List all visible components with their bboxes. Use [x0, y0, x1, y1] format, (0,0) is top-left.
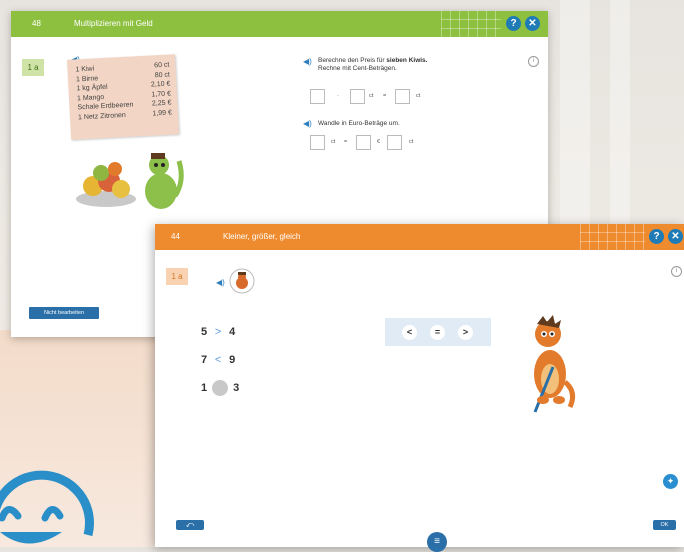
window-titlebar: 44 Kleiner, größer, gleich ? ✕	[155, 224, 684, 250]
mascot-avatar-icon[interactable]	[229, 268, 255, 294]
dragon-mascot-illustration	[533, 315, 576, 413]
compare-row: 7 <9	[201, 354, 235, 366]
ok-button[interactable]: OK	[653, 520, 676, 530]
choice-less-than[interactable]: <	[402, 325, 417, 340]
smiley-logo-icon	[0, 470, 94, 544]
answer-box[interactable]	[310, 89, 325, 104]
help-button[interactable]: ?	[649, 229, 664, 244]
compare-row: 5 >4	[201, 326, 235, 338]
price-item: 1 Netz Zitronen	[77, 111, 126, 121]
right-number: 9	[229, 354, 236, 366]
window-title: Kleiner, größer, gleich	[223, 232, 301, 241]
euro-label: €	[377, 139, 381, 145]
speaker-icon[interactable]: ◀)	[216, 278, 225, 287]
exercise-number: 48	[32, 19, 41, 28]
task-badge[interactable]: 1 a	[22, 59, 44, 76]
answer-box[interactable]	[387, 135, 402, 150]
compare-operator: <	[214, 354, 222, 366]
task2-instruction: Wandle in Euro-Beträge um.	[318, 120, 400, 127]
window-title: Multiplizieren mit Geld	[74, 19, 153, 28]
menu-icon[interactable]: ≡	[427, 532, 447, 552]
fruit-basket-mascot-illustration	[76, 153, 184, 209]
unit-label: ct	[369, 93, 374, 99]
task-badge[interactable]: 1 a	[166, 268, 188, 285]
undo-button[interactable]: ⤺	[176, 520, 204, 530]
answer-box[interactable]	[350, 89, 365, 104]
compare-operator: >	[214, 326, 222, 338]
left-number: 1	[201, 381, 208, 394]
answer-box[interactable]	[356, 135, 371, 150]
info-icon[interactable]: i	[671, 266, 682, 277]
help-button[interactable]: ?	[506, 16, 521, 31]
exercise-number: 44	[171, 232, 180, 241]
titlebar-grid-decoration	[441, 11, 501, 37]
task-instruction: Berechne den Preis für sieben Kiwis. Rec…	[318, 57, 458, 73]
task1-line2: Rechne mit Cent-Beträgen.	[318, 65, 397, 72]
answer-slot[interactable]	[212, 380, 229, 396]
speaker-icon[interactable]: ◀)	[303, 57, 312, 66]
compare-row: 13	[201, 380, 239, 396]
operator-choices: < = >	[385, 318, 491, 346]
exercise-window-compare: 44 Kleiner, größer, gleich ? ✕ 1 a ◀) 5 >…	[155, 224, 684, 552]
equals-sign: =	[383, 93, 387, 99]
hint-lightbulb-icon[interactable]: ✦	[663, 474, 678, 489]
multiply-sign: ·	[337, 93, 339, 99]
task1-prefix: Berechne den Preis für	[318, 57, 385, 64]
answer-box[interactable]	[395, 89, 410, 104]
close-button[interactable]: ✕	[668, 229, 683, 244]
choice-equal[interactable]: =	[430, 325, 445, 340]
right-number: 3	[233, 381, 240, 394]
close-button[interactable]: ✕	[525, 16, 540, 31]
unit-label: ct	[409, 139, 414, 145]
equals-sign: =	[344, 139, 348, 145]
info-icon[interactable]: i	[528, 56, 539, 67]
unit-label: ct	[416, 93, 421, 99]
skip-button[interactable]: Nicht bearbeiten	[29, 307, 99, 319]
answer-box[interactable]	[310, 135, 325, 150]
choice-greater-than[interactable]: >	[458, 325, 473, 340]
right-number: 4	[229, 326, 236, 338]
price-list-card: 1 Kiwi 60 ct 1 Birne 80 ct 1 kg Äpfel 2,10 …	[66, 54, 180, 140]
unit-label: ct	[331, 139, 336, 145]
price-value: 1,99 €	[152, 108, 173, 117]
window-titlebar: 48 Multiplizieren mit Geld ? ✕	[11, 11, 548, 37]
task1-bold: sieben Kiwis.	[386, 57, 428, 64]
titlebar-grid-decoration	[580, 224, 645, 250]
speaker-icon[interactable]: ◀)	[303, 119, 312, 128]
